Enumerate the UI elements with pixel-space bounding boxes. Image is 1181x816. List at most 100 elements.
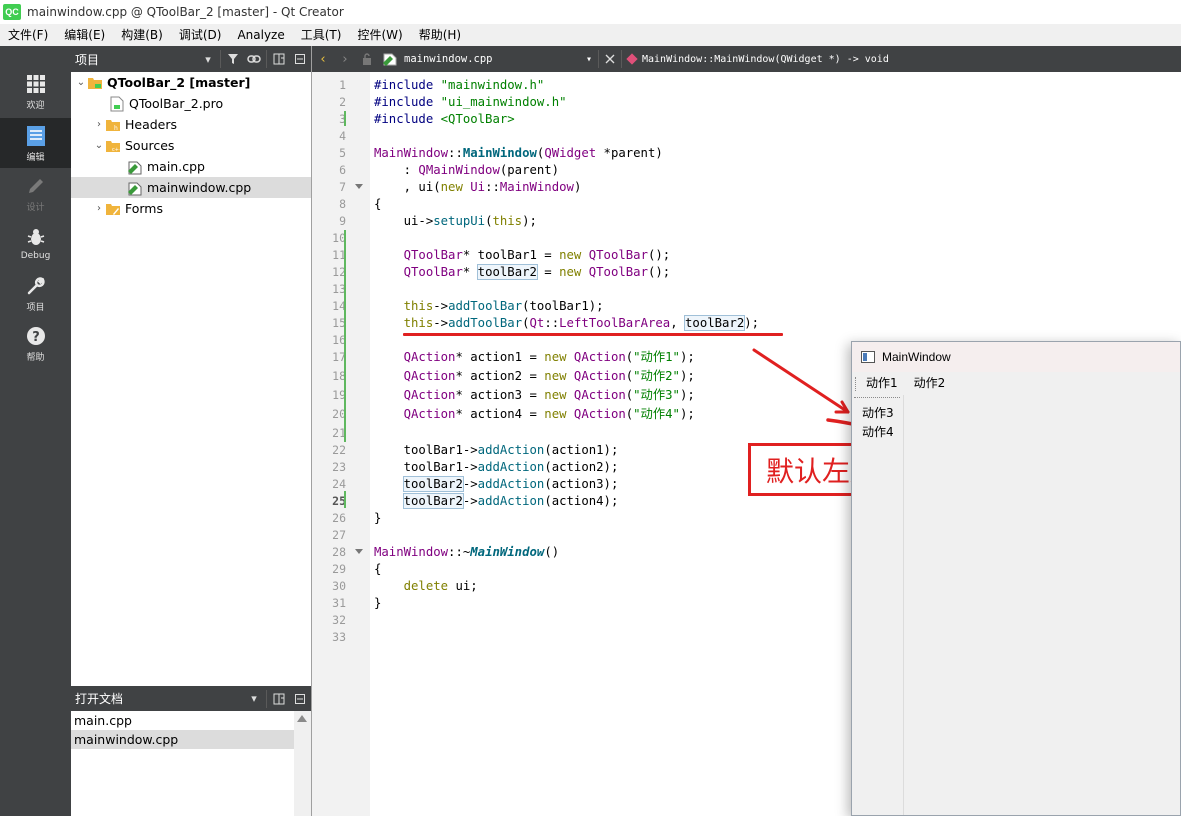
fold-marker-icon[interactable] [355, 184, 363, 189]
chevron-down-icon[interactable]: ⌄ [93, 140, 105, 152]
function-symbol-icon [626, 53, 638, 65]
scroll-up-icon[interactable] [297, 715, 307, 722]
code-token: QAction [573, 407, 626, 421]
mode-design[interactable]: 设计 [0, 168, 71, 218]
line-number: 11 [332, 248, 346, 262]
line-number: 18 [332, 369, 346, 383]
chevron-down-icon[interactable]: ▾ [199, 50, 217, 68]
action-2-button[interactable]: 动作2 [906, 372, 954, 395]
tree-item-mainwindow-cpp[interactable]: mainwindow.cpp [71, 177, 311, 198]
file-selector-value: mainwindow.cpp [404, 53, 493, 65]
action-1-button[interactable]: 动作1 [858, 372, 906, 395]
code-token: setupUi [433, 214, 486, 228]
tree-item-pro-file[interactable]: QToolBar_2.pro [71, 93, 311, 114]
toolbar-grip-icon[interactable] [854, 397, 900, 400]
line-number: 26 [332, 511, 346, 525]
open-document-item[interactable]: main.cpp [71, 711, 294, 730]
line-number: 28 [332, 545, 346, 559]
code-token: MainWindow [374, 545, 449, 559]
line-number: 24 [332, 477, 346, 491]
main-window-titlebar[interactable]: MainWindow [852, 342, 1180, 372]
code-token: QAction [573, 369, 626, 383]
menu-edit[interactable]: 编辑(E) [56, 24, 113, 46]
code-token: -> [462, 460, 478, 474]
tree-item-project-root[interactable]: ⌄ QToolBar_2 [master] [71, 72, 311, 93]
mode-label: 项目 [26, 302, 45, 313]
action-4-button[interactable]: 动作4 [862, 423, 894, 441]
menu-debug[interactable]: 调试(D) [171, 24, 230, 46]
menu-file[interactable]: 文件(F) [0, 24, 56, 46]
code-token: ); [679, 407, 695, 421]
editor-toolbar: ‹ › mainwindow.cpp ▾ MainWindow::MainWin… [312, 46, 1181, 72]
chevron-down-icon[interactable]: ⌄ [75, 77, 87, 89]
close-icon[interactable] [599, 46, 621, 72]
menu-build[interactable]: 构建(B) [113, 24, 171, 46]
code-token: (action2); [544, 460, 619, 474]
code-token: -> [462, 477, 478, 491]
svg-text:c++: c++ [112, 147, 121, 153]
open-document-item[interactable]: mainwindow.cpp [71, 730, 294, 749]
file-selector[interactable]: mainwindow.cpp ▾ [378, 46, 598, 72]
fold-marker-icon[interactable] [355, 549, 363, 554]
open-documents-list: main.cpp mainwindow.cpp [71, 711, 311, 816]
menu-controls[interactable]: 控件(W) [349, 24, 410, 46]
code-token: ::~ [448, 545, 471, 559]
folder-icon: c++ [105, 138, 121, 154]
code-token: ); [679, 388, 695, 402]
top-toolbar: 动作1 动作2 [852, 372, 1180, 395]
close-pane-icon[interactable] [291, 690, 309, 708]
line-number: 9 [339, 214, 346, 228]
mode-debug[interactable]: Debug [0, 218, 71, 268]
mode-edit[interactable]: 编辑 [0, 118, 71, 168]
chevron-down-icon[interactable]: ▾ [245, 690, 263, 708]
tree-item-sources[interactable]: ⌄ c++ Sources [71, 135, 311, 156]
mode-welcome[interactable]: 欢迎 [0, 66, 71, 116]
forward-arrow-icon[interactable]: › [334, 46, 356, 72]
filter-icon[interactable] [224, 50, 242, 68]
action-3-button[interactable]: 动作3 [862, 404, 894, 422]
split-icon[interactable] [270, 690, 288, 708]
line-number: 33 [332, 630, 346, 644]
link-icon[interactable] [245, 50, 263, 68]
main-window-title: MainWindow [882, 350, 951, 364]
code-token: * action2 = [455, 369, 545, 383]
menu-analyze[interactable]: Analyze [229, 24, 292, 46]
chevron-down-icon: ▾ [585, 53, 592, 65]
tree-item-forms[interactable]: › Forms [71, 198, 311, 219]
code-token: QWidget [544, 146, 597, 160]
chevron-right-icon[interactable]: › [93, 203, 105, 215]
code-line: { [374, 196, 381, 213]
line-number: 6 [339, 163, 346, 177]
split-icon[interactable] [270, 50, 288, 68]
back-arrow-icon[interactable]: ‹ [312, 46, 334, 72]
tree-item-main-cpp[interactable]: main.cpp [71, 156, 311, 177]
window-title: mainwindow.cpp @ QToolBar_2 [master] - Q… [27, 5, 344, 19]
symbol-selector[interactable]: MainWindow::MainWindow(QWidget *) -> voi… [622, 46, 889, 72]
close-pane-icon[interactable] [291, 50, 309, 68]
mode-projects[interactable]: 项目 [0, 268, 71, 318]
mode-help[interactable]: ? 帮助 [0, 318, 71, 368]
code-token: Qt [529, 316, 545, 330]
project-folder-icon [87, 75, 103, 91]
open-documents-scrollbar[interactable] [294, 711, 311, 816]
tree-item-headers[interactable]: › h Headers [71, 114, 311, 135]
code-line: this->addToolBar(Qt::LeftToolBarArea, to… [374, 315, 759, 332]
code-line: QAction* action1 = new QAction("动作1"); [374, 349, 695, 366]
menu-help[interactable]: 帮助(H) [411, 24, 469, 46]
code-line: QToolBar* toolBar2 = new QToolBar(); [374, 264, 670, 281]
chevron-right-icon[interactable]: › [93, 119, 105, 131]
code-token: ) [573, 180, 582, 194]
mode-sidebar: 欢迎 编辑 设计 Debug 项目 ? 帮助 [0, 46, 71, 816]
code-token: new [544, 388, 567, 402]
menu-tools[interactable]: 工具(T) [293, 24, 350, 46]
cpp-file-icon [383, 53, 397, 66]
code-token: QAction [403, 388, 456, 402]
code-line: , ui(new Ui::MainWindow) [374, 179, 582, 196]
code-token: new [440, 180, 463, 194]
line-number: 29 [332, 562, 346, 576]
code-token: delete [403, 579, 449, 593]
